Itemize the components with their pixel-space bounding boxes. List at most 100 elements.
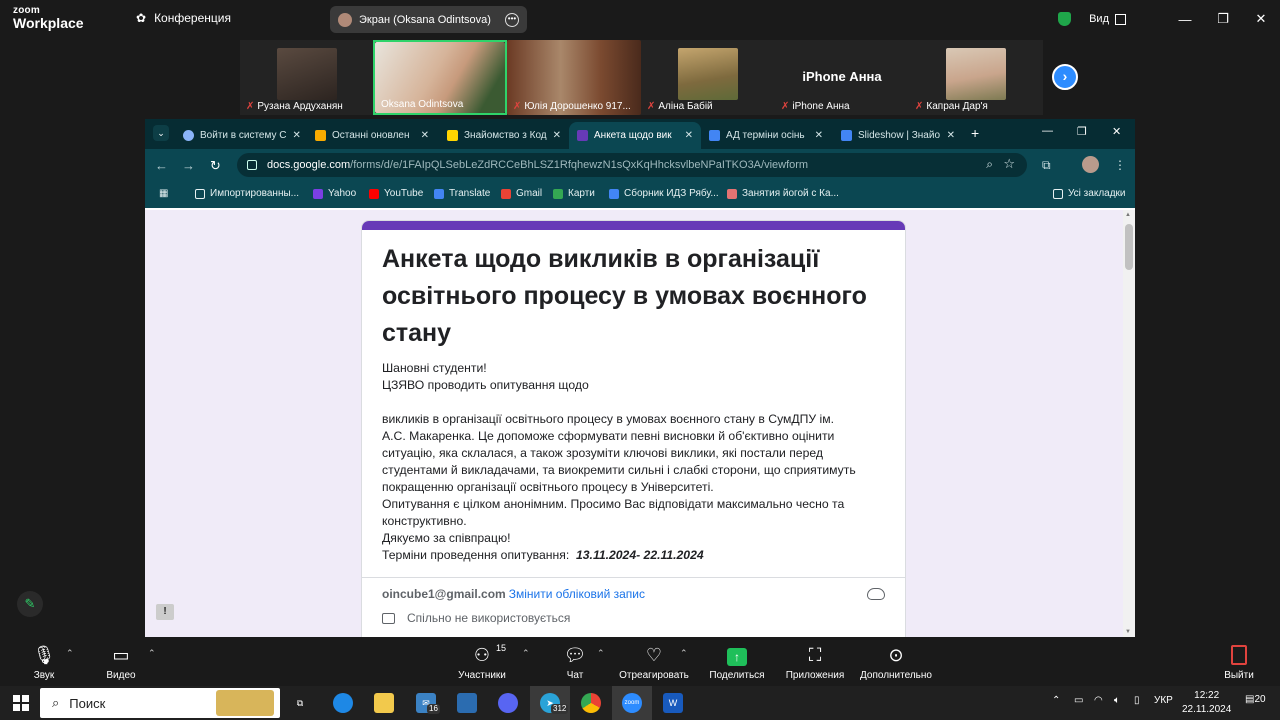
telegram-icon[interactable]: ➤ 312 [540, 693, 569, 714]
bookmark-item[interactable]: Gmail [501, 188, 542, 199]
participant-tile[interactable]: iPhone Анна ✗ iPhone Анна [775, 40, 909, 115]
wifi-icon[interactable]: ◠ [1094, 695, 1103, 706]
tray-overflow-chevron-icon[interactable]: ⌃ [1052, 695, 1060, 706]
tab-close-icon[interactable]: ✕ [815, 130, 823, 141]
task-view-icon[interactable]: ⧉ [290, 693, 310, 713]
participant-tile[interactable]: ✗ Рузана Ардуханян [240, 40, 374, 115]
bookmark-item[interactable]: Карти [553, 188, 595, 199]
volume-icon[interactable]: 🔈︎ [1114, 695, 1120, 706]
security-shield-icon[interactable] [1058, 12, 1072, 26]
minimize-icon[interactable]: — [1166, 12, 1204, 27]
screen-share-pill[interactable]: Экран (Oksana Odintsova) ••• [330, 6, 527, 33]
close-icon[interactable]: ✕ [1242, 11, 1280, 27]
gallery-next-icon[interactable]: › [1052, 64, 1078, 90]
windows-start-icon[interactable] [13, 695, 29, 711]
language-indicator[interactable]: УКР [1154, 695, 1173, 706]
extensions-icon[interactable]: ⧉ [1042, 158, 1051, 173]
view-menu[interactable]: Вид [1089, 13, 1109, 25]
network-icon[interactable]: ▭ [1074, 695, 1083, 706]
conference-menu[interactable]: ✿ Конференция [136, 11, 231, 25]
battery-icon[interactable]: ▯ [1134, 695, 1140, 706]
audio-options-chevron-icon[interactable]: ⌃ [66, 648, 74, 659]
browser-tab[interactable]: Slideshow | Знайо ✕ [833, 122, 963, 149]
participant-tile[interactable]: ✗ Капран Дар'я [909, 40, 1043, 115]
notifications-icon[interactable]: ▤20 [1245, 694, 1266, 705]
profile-avatar[interactable] [1082, 156, 1099, 173]
video-options-chevron-icon[interactable]: ⌃ [148, 648, 156, 659]
apps-button[interactable]: ⛶ Приложения [782, 642, 848, 681]
browser-tab[interactable]: Останні оновлен ✕ [307, 122, 437, 149]
audio-button[interactable]: 🎙 Звук [28, 642, 60, 681]
zoom-icon[interactable]: ⌕ [986, 157, 993, 172]
browser-tab-active[interactable]: Анкета щодо вик ✕ [569, 122, 701, 149]
react-chevron-icon[interactable]: ⌃ [680, 648, 688, 659]
bookmark-item[interactable]: Сборник ИДЗ Рябу... [609, 188, 719, 199]
browser-tab[interactable]: Войти в систему С ✕ [175, 122, 305, 149]
video-button[interactable]: ▭ Видео [102, 642, 140, 681]
bookmark-item[interactable]: Translate [434, 188, 490, 199]
page-scrollbar[interactable]: ▲ ▼ [1123, 210, 1135, 637]
share-screen-icon: ↑ [727, 648, 747, 666]
close-icon[interactable]: ✕ [1112, 125, 1121, 138]
store-icon[interactable] [457, 693, 477, 713]
taskbar-search[interactable]: ⌕ Поиск [40, 688, 280, 718]
scroll-up-icon[interactable]: ▲ [1125, 212, 1131, 218]
participant-tile-active[interactable]: Oksana Odintsova [373, 40, 507, 115]
feedback-icon[interactable]: ! [156, 604, 174, 620]
new-tab-icon[interactable]: + [971, 125, 979, 141]
reload-icon[interactable]: ↻ [210, 158, 221, 174]
system-clock[interactable]: 12:22 22.11.2024 [1182, 689, 1231, 717]
discord-icon[interactable] [498, 693, 518, 713]
participant-tile[interactable]: ✗ Юлія Дорошенко 917... [507, 40, 641, 115]
tab-close-icon[interactable]: ✕ [947, 130, 955, 141]
browser-tab[interactable]: АД терміни осінь ✕ [701, 122, 831, 149]
share-screen-button[interactable]: ↑ Поделиться [706, 642, 768, 681]
participants-chevron-icon[interactable]: ⌃ [522, 648, 530, 659]
slideshow-icon [841, 130, 852, 141]
leave-button[interactable]: Выйти [1220, 642, 1258, 681]
participant-tile[interactable]: ✗ Аліна Бабій [641, 40, 775, 115]
all-bookmarks[interactable]: Усі закладки [1053, 188, 1126, 199]
bookmark-item[interactable]: Занятия йогой с Ка... [727, 188, 839, 199]
restore-icon[interactable]: ❐ [1204, 11, 1242, 27]
more-icon[interactable]: ••• [505, 12, 519, 27]
apps-grid-icon[interactable]: ▦ [159, 188, 168, 199]
word-icon[interactable]: W [663, 693, 683, 713]
site-info-icon[interactable] [247, 160, 257, 170]
chrome-icon[interactable] [581, 693, 601, 713]
file-explorer-icon[interactable] [374, 693, 394, 713]
bookmark-item[interactable]: Импортированны... [195, 188, 299, 199]
forward-icon[interactable]: → [182, 158, 195, 173]
grid-view-icon[interactable] [1115, 13, 1126, 25]
bookmark-star-icon[interactable]: ☆ [1003, 156, 1015, 172]
edge-icon[interactable] [333, 693, 353, 713]
chat-chevron-icon[interactable]: ⌃ [597, 648, 605, 659]
back-icon[interactable]: ← [155, 158, 168, 173]
minimize-icon[interactable]: — [1042, 125, 1053, 137]
zoom-app-icon[interactable]: zoom [622, 693, 642, 713]
bookmark-item[interactable]: Yahoo [313, 188, 356, 199]
chat-button[interactable]: 💬︎ Чат [556, 642, 594, 681]
mail-icon[interactable]: ✉ 16 [416, 693, 440, 714]
bookmark-item[interactable]: YouTube [369, 188, 423, 199]
zoom-top-bar: zoom Workplace ✿ Конференция Экран (Oksa… [0, 0, 1280, 38]
apps-icon: ⛶ [808, 645, 822, 665]
restore-icon[interactable]: ❐ [1077, 125, 1087, 138]
scroll-thumb[interactable] [1125, 224, 1133, 270]
switch-account-link[interactable]: Змінити обліковий запис [509, 587, 645, 601]
tab-close-icon[interactable]: ✕ [685, 130, 693, 141]
browser-tab[interactable]: Знайомство з Код ✕ [439, 122, 569, 149]
tab-strip: ⌄ Войти в систему С ✕ Останні оновлен ✕ Зн… [145, 119, 1135, 149]
tab-close-icon[interactable]: ✕ [292, 130, 300, 141]
scroll-down-icon[interactable]: ▼ [1125, 629, 1131, 635]
tab-close-icon[interactable]: ✕ [421, 130, 429, 141]
tab-search-chevron-icon[interactable]: ⌄ [153, 125, 169, 141]
menu-icon[interactable]: ⋮ [1114, 158, 1126, 172]
more-button[interactable]: ⊙ Дополнительно [856, 642, 936, 681]
divider [362, 577, 905, 578]
cloud-saved-icon [867, 588, 885, 600]
page-content[interactable]: Анкета щодо викликів в організації освіт… [145, 210, 1135, 637]
tab-close-icon[interactable]: ✕ [553, 130, 561, 141]
annotate-pen-icon[interactable]: ✎ [17, 591, 43, 617]
address-bar[interactable]: docs.google.com/forms/d/e/1FAIpQLSebLeZd… [237, 153, 1027, 177]
